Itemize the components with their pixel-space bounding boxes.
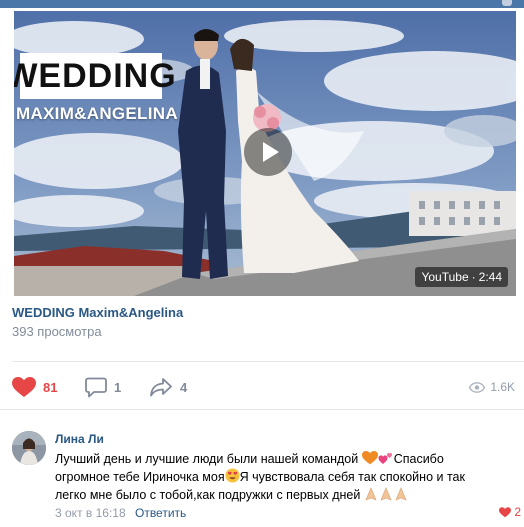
video-duration-badge: YouTube · 2:44 bbox=[415, 267, 508, 287]
like-count: 81 bbox=[43, 379, 58, 395]
divider bbox=[0, 409, 524, 410]
comment-like-button[interactable]: 2 bbox=[499, 505, 521, 519]
orange-heart-emoji-icon bbox=[361, 451, 378, 465]
share-icon bbox=[150, 378, 172, 397]
heart-eyes-emoji-icon bbox=[225, 468, 240, 483]
comment-icon bbox=[85, 377, 107, 397]
reply-button[interactable]: Ответить bbox=[135, 506, 186, 520]
comment-button[interactable]: 1 bbox=[85, 374, 121, 400]
like-button[interactable]: 81 bbox=[12, 374, 57, 400]
video-duration: 2:44 bbox=[478, 270, 502, 284]
heart-icon bbox=[499, 506, 512, 517]
comment-date[interactable]: 3 окт в 16:18 bbox=[55, 506, 126, 520]
divider bbox=[12, 361, 524, 362]
comment-meta: 3 окт в 16:18 Ответить bbox=[55, 506, 186, 520]
comment-text: Лучший день и лучшие люди были нашей ком… bbox=[55, 450, 495, 504]
video-overlay-title: WEDDING bbox=[14, 56, 177, 95]
video-views: 393 просмотра bbox=[12, 324, 102, 339]
two-hearts-emoji-icon bbox=[378, 453, 392, 464]
comment-count: 1 bbox=[114, 379, 122, 395]
top-header-bar bbox=[0, 0, 524, 8]
comment-text-part: Лучший день и лучшие люди были нашей ком… bbox=[55, 452, 362, 466]
praying-hands-emoji-icon bbox=[365, 487, 407, 501]
views-counter: 1.6K bbox=[469, 374, 515, 400]
comment-author[interactable]: Лина Ли bbox=[55, 432, 104, 446]
eye-icon bbox=[469, 381, 486, 393]
share-button[interactable]: 4 bbox=[149, 374, 187, 400]
video-overlay-title-box: WEDDING bbox=[14, 53, 176, 99]
video-title-link[interactable]: WEDDING Maxim&Angelina bbox=[12, 305, 183, 320]
avatar-image bbox=[12, 431, 46, 465]
comment-like-count: 2 bbox=[514, 505, 521, 519]
share-count: 4 bbox=[180, 379, 188, 395]
header-corner-icon bbox=[502, 0, 512, 6]
play-button[interactable] bbox=[244, 128, 292, 176]
play-icon bbox=[262, 142, 279, 162]
video-overlay-names: MAXIM&ANGELINA bbox=[16, 104, 178, 123]
views-count: 1.6K bbox=[490, 380, 515, 394]
post-actions: 81 1 4 1.6K bbox=[12, 374, 515, 400]
heart-icon bbox=[12, 376, 36, 397]
video-player[interactable]: WEDDING MAXIM&ANGELINA YouTube · 2:44 bbox=[14, 11, 516, 296]
video-source-separator: · bbox=[471, 270, 476, 284]
video-source: YouTube bbox=[421, 270, 469, 284]
avatar[interactable] bbox=[12, 431, 46, 465]
